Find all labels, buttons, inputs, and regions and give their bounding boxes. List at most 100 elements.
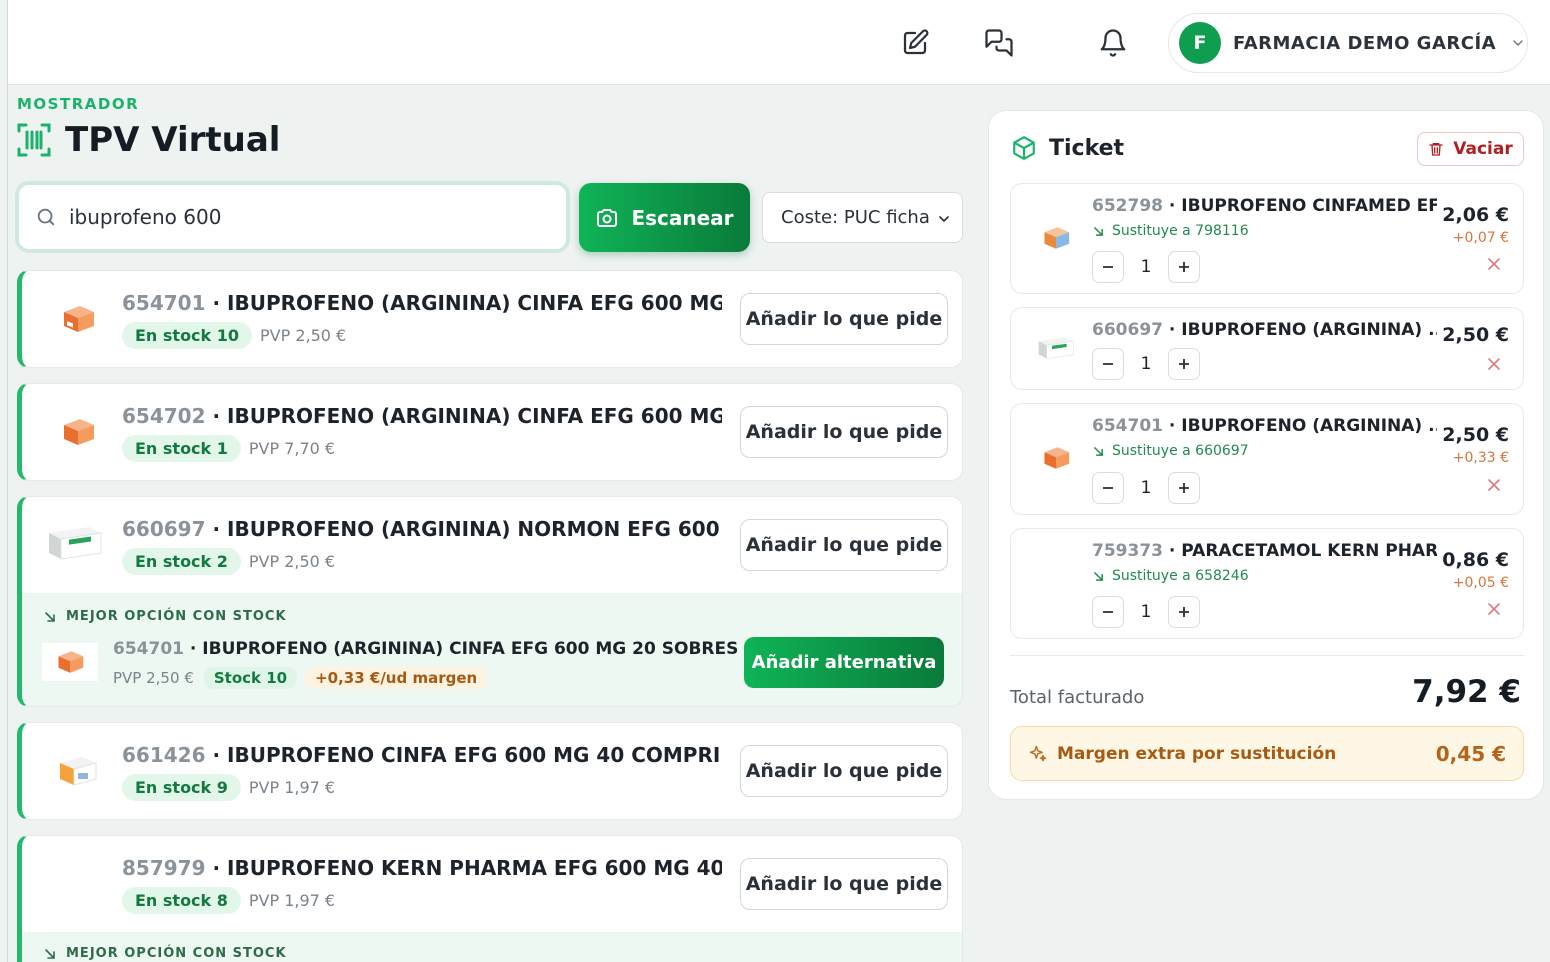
barcode-scan-icon (17, 123, 51, 157)
trash-icon (1429, 143, 1443, 156)
product-card: 660697 · IBUPROFENO (ARGININA) NORMON EF… (17, 496, 963, 707)
product-meta: En stock 8 PVP 1,97 € (122, 887, 335, 914)
best-alternative: MEJOR OPCIÓN CON STOCK (22, 932, 962, 962)
remove-icon[interactable] (1487, 478, 1501, 492)
product-image (38, 513, 112, 573)
item-name: 660697 · IBUPROFENO (ARGININA) ... (1092, 320, 1437, 340)
stock-badge: En stock 9 (122, 774, 241, 801)
add-requested-button[interactable]: Añadir lo que pide (740, 519, 948, 571)
product-name[interactable]: 661426 · IBUPROFENO CINFA EFG 600 MG 40 … (122, 743, 722, 767)
item-margin: +0,07 € (1452, 230, 1509, 246)
remove-icon[interactable] (1487, 257, 1501, 271)
item-price: 2,50 € (1442, 324, 1509, 346)
arrow-down-right-icon (45, 948, 55, 959)
increase-button[interactable] (1168, 251, 1200, 283)
quantity-stepper: 1 (1092, 348, 1200, 380)
item-name: 652798 · IBUPROFENO CINFAMED EF... (1092, 196, 1437, 216)
remove-icon[interactable] (1487, 602, 1501, 616)
best-alternative: MEJOR OPCIÓN CON STOCK 654701 · IBUPROFE… (22, 593, 962, 706)
camera-icon (597, 208, 618, 227)
ticket-header: Ticket (1011, 135, 1124, 161)
avatar: F (1179, 22, 1221, 64)
product-image (44, 289, 112, 349)
stock-badge: En stock 1 (122, 435, 241, 462)
alternative-kicker: MEJOR OPCIÓN CON STOCK (44, 946, 287, 961)
increase-button[interactable] (1168, 596, 1200, 628)
substitution-note: Sustituye a 658246 (1093, 568, 1249, 584)
alternative-meta: PVP 2,50 € Stock 10 +0,33 €/ud margen (113, 667, 488, 689)
item-price: 2,50 € (1442, 424, 1509, 446)
item-name: 759373 · PARACETAMOL KERN PHAR... (1092, 541, 1437, 561)
bell-icon[interactable] (1097, 27, 1129, 59)
cost-select[interactable]: Coste: PUC ficha (762, 192, 963, 243)
quantity-value: 1 (1140, 354, 1152, 374)
clear-ticket-button[interactable]: Vaciar (1417, 132, 1524, 166)
arrow-down-right-icon (1094, 446, 1103, 456)
product-name[interactable]: 654701 · IBUPROFENO (ARGININA) CINFA EFG… (122, 291, 722, 315)
search-icon (37, 208, 55, 226)
pvp-price: PVP 2,50 € (260, 326, 347, 345)
substitution-note: Sustituye a 798116 (1093, 223, 1249, 239)
plus-icon (1179, 483, 1189, 493)
scan-label: Escanear (631, 205, 734, 230)
chat-icon[interactable] (983, 27, 1015, 59)
chevron-down-icon (939, 216, 949, 223)
ticket-item: 660697 · IBUPROFENO (ARGININA) ... 1 2,5… (1010, 307, 1524, 390)
minus-icon (1103, 266, 1113, 268)
account-name: FARMACIA DEMO GARCÍA (1233, 32, 1497, 54)
quantity-stepper: 1 (1092, 596, 1200, 628)
page-title: TPV Virtual (65, 120, 281, 160)
add-requested-button[interactable]: Añadir lo que pide (740, 293, 948, 345)
increase-button[interactable] (1168, 472, 1200, 504)
section-kicker: MOSTRADOR (17, 95, 140, 113)
substitution-note: Sustituye a 660697 (1093, 443, 1249, 459)
extra-margin-box: Margen extra por sustitución 0,45 € (1010, 726, 1524, 781)
item-price: 2,06 € (1442, 204, 1509, 226)
scan-button[interactable]: Escanear (579, 183, 750, 252)
add-alternative-button[interactable]: Añadir alternativa (744, 637, 944, 688)
ticket-item: 652798 · IBUPROFENO CINFAMED EF... Susti… (1010, 183, 1524, 294)
product-name[interactable]: 660697 · IBUPROFENO (ARGININA) NORMON EF… (122, 517, 722, 541)
account-menu[interactable]: F FARMACIA DEMO GARCÍA (1168, 13, 1528, 73)
left-border (7, 0, 8, 962)
quantity-stepper: 1 (1092, 472, 1200, 504)
arrow-down-right-icon (1094, 571, 1103, 581)
product-card: 654701 · IBUPROFENO (ARGININA) CINFA EFG… (17, 270, 963, 368)
alternative-pvp: PVP 2,50 € (113, 669, 194, 687)
minus-icon (1103, 611, 1113, 613)
alternative-kicker: MEJOR OPCIÓN CON STOCK (44, 609, 287, 624)
product-name[interactable]: 654702 · IBUPROFENO (ARGININA) CINFA EFG… (122, 404, 722, 428)
pvp-price: PVP 1,97 € (248, 778, 336, 797)
ticket-title: Ticket (1049, 135, 1125, 161)
ticket-item: 759373 · PARACETAMOL KERN PHAR... Sustit… (1010, 528, 1524, 639)
product-card: 661426 · IBUPROFENO CINFA EFG 600 MG 40 … (17, 722, 963, 820)
alternative-name[interactable]: 654701 · IBUPROFENO (ARGININA) CINFA EFG… (113, 639, 738, 659)
search-input[interactable] (69, 205, 509, 229)
plus-icon (1179, 359, 1189, 369)
pvp-price: PVP 1,97 € (248, 891, 336, 910)
sparkles-icon (1029, 745, 1047, 761)
stock-badge: En stock 10 (122, 322, 253, 349)
add-requested-button[interactable]: Añadir lo que pide (740, 858, 948, 910)
item-margin: +0,33 € (1452, 450, 1509, 466)
decrease-button[interactable] (1092, 251, 1124, 283)
remove-icon[interactable] (1487, 357, 1501, 371)
decrease-button[interactable] (1092, 596, 1124, 628)
total-value: 7,92 € (1412, 674, 1521, 710)
plus-icon (1179, 262, 1189, 272)
top-bar: F FARMACIA DEMO GARCÍA (8, 0, 1550, 85)
arrow-down-right-icon (1094, 226, 1103, 236)
ticket-panel: Ticket Vaciar 652798 · IBUPROFENO CINFAM… (988, 110, 1544, 800)
minus-icon (1103, 487, 1113, 489)
item-name: 654701 · IBUPROFENO (ARGININA) ... (1092, 416, 1437, 436)
stock-badge: En stock 2 (122, 548, 241, 575)
quantity-value: 1 (1140, 257, 1152, 277)
edit-icon[interactable] (899, 27, 931, 59)
cost-select-value: Coste: PUC ficha (781, 207, 930, 228)
decrease-button[interactable] (1092, 348, 1124, 380)
decrease-button[interactable] (1092, 472, 1124, 504)
product-name[interactable]: 857979 · IBUPROFENO KERN PHARMA EFG 600 … (122, 856, 722, 880)
add-requested-button[interactable]: Añadir lo que pide (740, 745, 948, 797)
increase-button[interactable] (1168, 348, 1200, 380)
add-requested-button[interactable]: Añadir lo que pide (740, 406, 948, 458)
